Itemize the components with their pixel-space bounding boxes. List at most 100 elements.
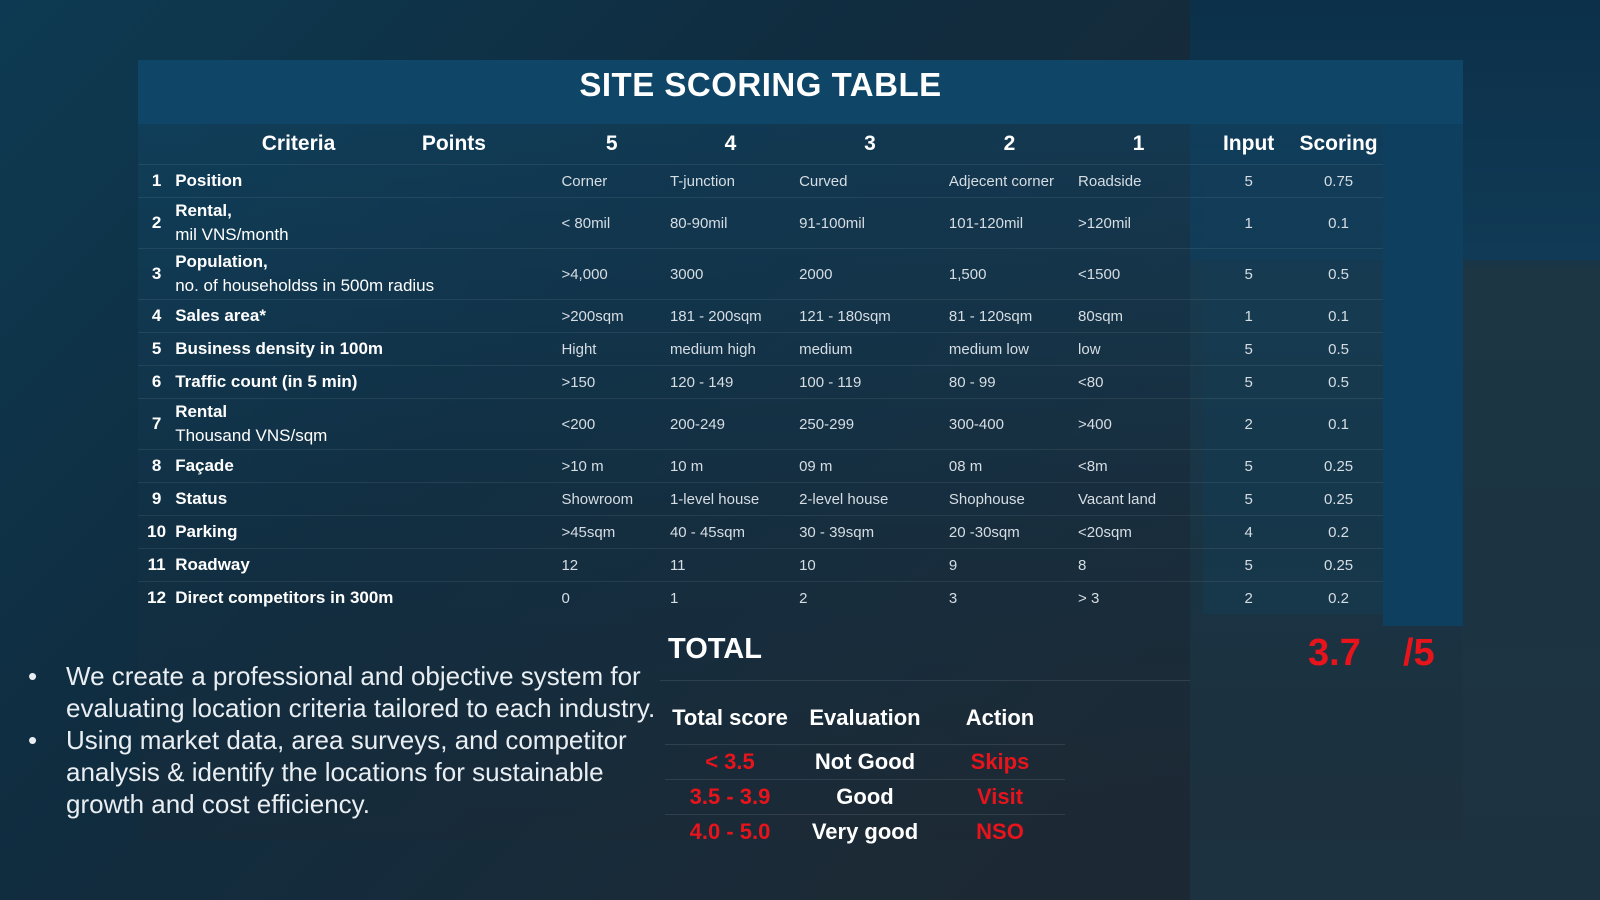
criteria-title: Parking — [175, 522, 238, 541]
criteria-title: Rental, — [175, 201, 232, 220]
legend-evaluation: Not Good — [795, 744, 935, 780]
page-title: SITE SCORING TABLE — [579, 66, 942, 103]
points-3-value: 91-100mil — [795, 197, 945, 249]
header-criteria: Criteria — [261, 132, 336, 155]
input-value: 2 — [1203, 398, 1295, 450]
table-row: 10 Parking >45sqm 40 - 45sqm 30 - 39sqm 20 -3… — [138, 515, 1383, 549]
scoring-value: 0.25 — [1294, 548, 1383, 582]
table-row: 11 Roadway 12 11 10 9 8 5 0.25 — [138, 548, 1383, 582]
points-5-value: <200 — [557, 398, 666, 450]
criteria-subtitle: Thousand VNS/sqm — [175, 426, 328, 445]
criteria-subtitle: mil VNS/month — [175, 225, 289, 244]
points-4-value: 181 - 200sqm — [665, 299, 796, 333]
legend-action: Skips — [935, 744, 1065, 780]
criteria-title: Rental — [175, 402, 228, 421]
input-value: 2 — [1203, 581, 1295, 614]
points-4-value: 10 m — [665, 449, 796, 483]
row-number: 9 — [138, 482, 176, 516]
points-2-value: 20 -30sqm — [944, 515, 1075, 549]
input-value: 1 — [1203, 299, 1295, 333]
points-2-value: medium low — [944, 332, 1075, 366]
legend-evaluation: Very good — [795, 814, 935, 849]
points-5-value: >200sqm — [557, 299, 666, 333]
table-row: 2 Rental, mil VNS/month < 80mil 80-90mil 91-1… — [138, 197, 1383, 249]
input-value: 1 — [1203, 197, 1295, 249]
table-row: 8 Façade >10 m 10 m 09 m 08 m <8m 5 0.25 — [138, 449, 1383, 483]
legend-row: < 3.5 Not Good Skips — [665, 744, 1065, 780]
legend-evaluation: Good — [795, 779, 935, 815]
points-5-value: >45sqm — [557, 515, 666, 549]
criteria-name: Rental Thousand VNS/sqm — [175, 398, 558, 450]
bullet-list: • We create a professional and objective … — [28, 660, 668, 820]
points-5-value: >150 — [557, 365, 666, 399]
legend-header-row: Total score Evaluation Action — [665, 692, 1065, 745]
row-number: 10 — [138, 515, 176, 549]
criteria-name: Roadway — [175, 548, 558, 582]
criteria-name: Position — [175, 164, 558, 198]
header-points-2: 2 — [1003, 132, 1016, 155]
points-4-value: T-junction — [665, 164, 796, 198]
points-3-value: 2-level house — [795, 482, 945, 516]
scoring-value: 0.75 — [1294, 164, 1383, 198]
points-2-value: 300-400 — [944, 398, 1075, 450]
table-row: 12 Direct competitors in 300m 0 1 2 3 > 3 2 0.2 — [138, 581, 1383, 614]
header-points: Points — [421, 132, 486, 155]
row-number: 4 — [138, 299, 176, 333]
scoring-value: 0.25 — [1294, 482, 1383, 516]
legend-action: Visit — [935, 779, 1065, 815]
bullet-dot-icon: • — [28, 661, 38, 691]
row-number: 8 — [138, 449, 176, 483]
row-number: 6 — [138, 365, 176, 399]
criteria-subtitle: no. of householdss in 500m radius — [175, 276, 435, 295]
points-3-value: 250-299 — [795, 398, 945, 450]
input-value: 5 — [1203, 248, 1295, 300]
points-5-value: >10 m — [557, 449, 666, 483]
scoring-value: 0.2 — [1294, 515, 1383, 549]
points-4-value: 11 — [665, 548, 796, 582]
criteria-title: Façade — [175, 456, 234, 475]
points-3-value: Curved — [795, 164, 945, 198]
header-scoring: Scoring — [1299, 132, 1378, 155]
scoring-value: 0.5 — [1294, 332, 1383, 366]
points-5-value: Corner — [557, 164, 666, 198]
row-number: 2 — [138, 197, 176, 249]
points-3-value: 2 — [795, 581, 945, 614]
scoring-value: 0.1 — [1294, 398, 1383, 450]
points-2-value: 80 - 99 — [944, 365, 1075, 399]
row-number: 5 — [138, 332, 176, 366]
points-5-value: Showroom — [557, 482, 666, 516]
bullet-item: • We create a professional and objective … — [28, 660, 668, 724]
input-value: 4 — [1203, 515, 1295, 549]
total-score-value: 3.7 — [1308, 632, 1361, 674]
points-1-value: <20sqm — [1074, 515, 1204, 549]
points-5-value: 12 — [557, 548, 666, 582]
header-input: Input — [1222, 132, 1275, 155]
scoring-value: 0.25 — [1294, 449, 1383, 483]
row-number: 11 — [138, 548, 176, 582]
points-1-value: Roadside — [1074, 164, 1204, 198]
points-3-value: 30 - 39sqm — [795, 515, 945, 549]
header-points-5: 5 — [605, 132, 618, 155]
points-1-value: 80sqm — [1074, 299, 1204, 333]
input-value: 5 — [1203, 548, 1295, 582]
row-number: 12 — [138, 581, 176, 614]
points-4-value: 200-249 — [665, 398, 796, 450]
legend-header-action: Action — [965, 705, 1035, 730]
table-header-row: Criteria Points 5 4 3 2 1 Input Scoring — [138, 124, 1383, 165]
bullet-dot-icon: • — [28, 725, 38, 755]
points-4-value: 1-level house — [665, 482, 796, 516]
points-1-value: low — [1074, 332, 1204, 366]
header-points-1: 1 — [1132, 132, 1145, 155]
scoring-value: 0.5 — [1294, 248, 1383, 300]
points-2-value: 9 — [944, 548, 1075, 582]
criteria-name: Traffic count (in 5 min) — [175, 365, 558, 399]
points-5-value: Hight — [557, 332, 666, 366]
card-right-strip — [1383, 124, 1463, 626]
input-value: 5 — [1203, 449, 1295, 483]
total-score-max: /5 — [1403, 632, 1435, 674]
bullet-text: We create a professional and objective s… — [66, 661, 656, 723]
criteria-title: Traffic count (in 5 min) — [175, 372, 358, 391]
points-3-value: 121 - 180sqm — [795, 299, 945, 333]
legend-header-total-score: Total score — [672, 705, 788, 730]
legend-header-evaluation: Evaluation — [809, 705, 921, 730]
